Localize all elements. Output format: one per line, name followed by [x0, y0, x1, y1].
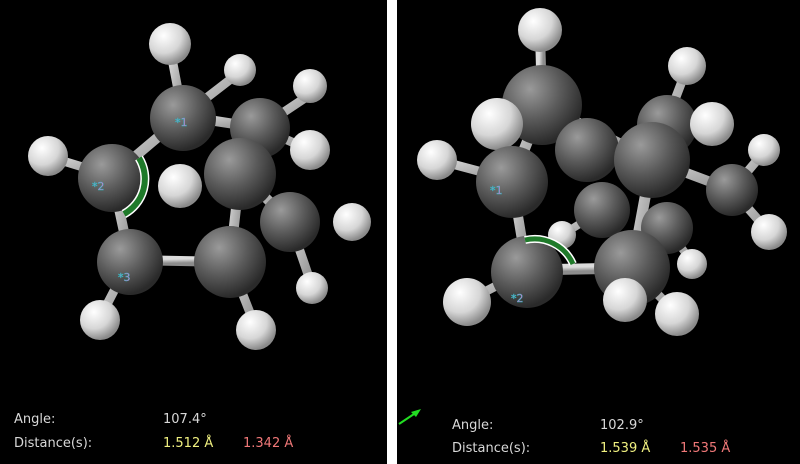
carbon-atom-1[interactable] — [476, 146, 548, 218]
hydrogen-atom[interactable] — [690, 102, 734, 146]
panel-divider — [387, 0, 397, 464]
angle-label: Angle: — [14, 412, 56, 427]
atom-label-2: *2 — [92, 180, 105, 193]
hydrogen-atom[interactable] — [443, 278, 491, 326]
carbon-atom[interactable] — [706, 164, 758, 216]
hydrogen-atom[interactable] — [518, 8, 562, 52]
hydrogen-atom[interactable] — [293, 69, 327, 103]
molecule-viewer-left[interactable]: *1 *2 *3 Angle: 107.4° Distance(s): 1.51… — [0, 0, 387, 464]
hydrogen-atom[interactable] — [236, 310, 276, 350]
hydrogen-atom[interactable] — [471, 98, 523, 150]
hydrogen-atom[interactable] — [603, 278, 647, 322]
carbon-atom-3[interactable] — [97, 229, 163, 295]
hydrogen-atom[interactable] — [655, 292, 699, 336]
carbon-atom[interactable] — [555, 118, 619, 182]
measurement-readout-left: Angle: 107.4° Distance(s): 1.512 Å 1.342… — [0, 392, 387, 464]
hydrogen-atom[interactable] — [290, 130, 330, 170]
atom-label-1: *1 — [175, 116, 188, 129]
hydrogen-atom[interactable] — [224, 54, 256, 86]
carbon-atom[interactable] — [260, 192, 320, 252]
distance-label: Distance(s): — [452, 441, 531, 456]
distance-value-1: 1.539 Å — [600, 441, 651, 456]
carbon-atom[interactable] — [204, 138, 276, 210]
molecule-viewer-right[interactable]: *1 *2 Angle: 102.9° Distance(s): 1.539 Å… — [397, 0, 800, 464]
distance-value-2: 1.535 Å — [680, 441, 731, 456]
hydrogen-atom[interactable] — [296, 272, 328, 304]
angle-value: 102.9° — [600, 418, 644, 433]
hydrogen-atom[interactable] — [149, 23, 191, 65]
molecule-3d-viewport-left[interactable]: *1 *2 *3 — [0, 0, 387, 392]
distance-value-1: 1.512 Å — [163, 436, 214, 451]
angle-value: 107.4° — [163, 412, 207, 427]
hydrogen-atom[interactable] — [333, 203, 371, 241]
carbon-atom[interactable] — [574, 182, 630, 238]
hydrogen-atom[interactable] — [28, 136, 68, 176]
carbon-atom[interactable] — [194, 226, 266, 298]
atom-label-1: *1 — [490, 184, 503, 197]
hydrogen-atom[interactable] — [751, 214, 787, 250]
distance-value-2: 1.342 Å — [243, 436, 294, 451]
hydrogen-atom[interactable] — [417, 140, 457, 180]
atoms-left — [28, 23, 371, 350]
hydrogen-atom[interactable] — [668, 47, 706, 85]
hydrogen-atom[interactable] — [158, 164, 202, 208]
atom-label-3: *3 — [118, 271, 131, 284]
distance-label: Distance(s): — [14, 436, 93, 451]
measurement-readout-right: Angle: 102.9° Distance(s): 1.539 Å 1.535… — [397, 392, 800, 464]
green-axis-arrow-icon — [398, 409, 421, 425]
angle-label: Angle: — [452, 418, 494, 433]
carbon-atom[interactable] — [614, 122, 690, 198]
atom-label-2: *2 — [511, 292, 524, 305]
hydrogen-atom[interactable] — [677, 249, 707, 279]
molecule-3d-viewport-right[interactable]: *1 *2 — [397, 0, 800, 392]
hydrogen-atom[interactable] — [80, 300, 120, 340]
hydrogen-atom[interactable] — [748, 134, 780, 166]
